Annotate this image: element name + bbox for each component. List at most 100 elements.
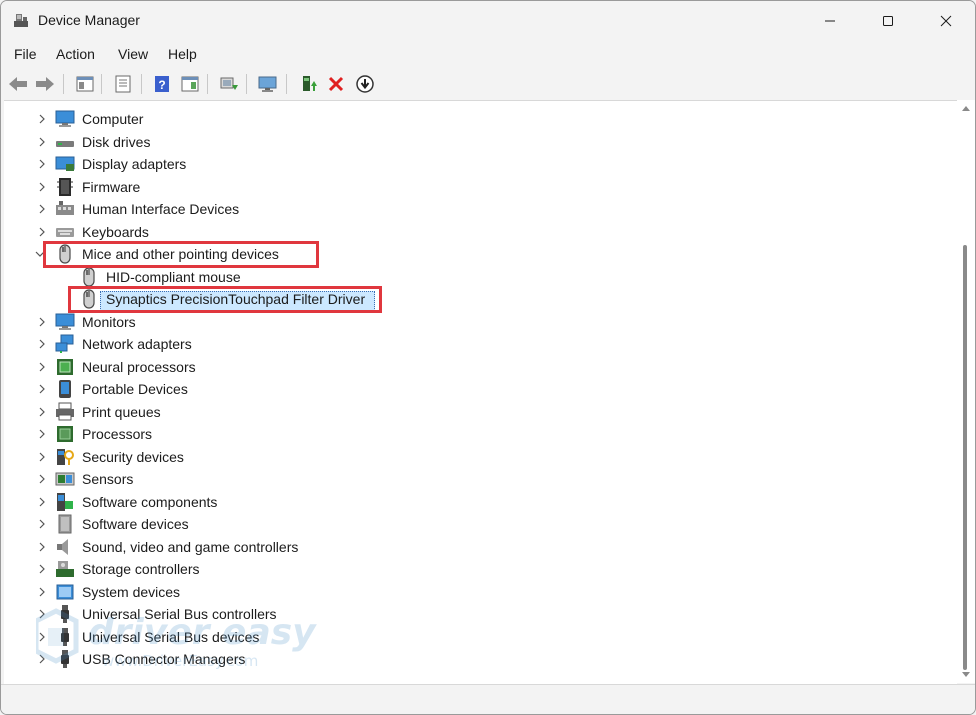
- title-bar[interactable]: Device Manager: [1, 1, 975, 41]
- close-icon: [940, 15, 952, 27]
- close-button[interactable]: [917, 1, 975, 41]
- monitor-view-icon: [258, 76, 277, 92]
- keyboard-icon: [56, 228, 74, 237]
- category-label: Sensors: [82, 471, 134, 487]
- chevron-right-icon[interactable]: [37, 497, 47, 507]
- category-label: Processors: [82, 426, 153, 442]
- properties-button[interactable]: [111, 72, 135, 96]
- chevron-right-icon[interactable]: [37, 564, 47, 574]
- toolbar-separator: [246, 74, 247, 94]
- monitor-view-button[interactable]: [256, 72, 280, 96]
- security-device-icon: [57, 449, 74, 465]
- toolbar-separator: [207, 74, 208, 94]
- toolbar-separator: [286, 74, 287, 94]
- annotation-box-mice-category: [43, 241, 319, 268]
- processor-icon: [57, 426, 73, 442]
- chevron-right-icon[interactable]: [37, 204, 47, 214]
- window-title: Device Manager: [38, 12, 140, 28]
- chevron-right-icon[interactable]: [37, 452, 47, 462]
- category-label: Print queues: [82, 404, 161, 420]
- category-label: Neural processors: [82, 359, 196, 375]
- console-tree-icon: [76, 76, 94, 92]
- minimize-button[interactable]: [801, 1, 859, 41]
- chevron-right-icon[interactable]: [37, 429, 47, 439]
- category-label: Portable Devices: [82, 381, 188, 397]
- menu-action[interactable]: Action: [56, 46, 95, 62]
- category-label: USB Connector Managers: [82, 651, 246, 667]
- chevron-right-icon[interactable]: [37, 587, 47, 597]
- forward-arrow-icon: [36, 77, 54, 91]
- device-manager-window: Device Manager File Action View Help ? C…: [0, 0, 976, 715]
- scroll-down-arrow-icon[interactable]: [962, 672, 970, 678]
- category-label: Display adapters: [82, 156, 187, 172]
- maximize-icon: [883, 16, 893, 26]
- chevron-right-icon[interactable]: [37, 227, 47, 237]
- chevron-right-icon[interactable]: [37, 137, 47, 147]
- category-label: Sound, video and game controllers: [82, 539, 299, 555]
- hid-icon: [56, 201, 74, 215]
- chevron-right-icon[interactable]: [37, 407, 47, 417]
- chevron-right-icon[interactable]: [37, 159, 47, 169]
- category-label: Human Interface Devices: [82, 201, 240, 217]
- chevron-right-icon[interactable]: [37, 542, 47, 552]
- monitor-icon: [55, 313, 75, 330]
- neural-processor-icon: [57, 359, 73, 375]
- chevron-right-icon[interactable]: [37, 519, 47, 529]
- scan-hardware-button[interactable]: [217, 72, 241, 96]
- category-label: Network adapters: [82, 336, 192, 352]
- chevron-right-icon[interactable]: [37, 474, 47, 484]
- chevron-right-icon[interactable]: [37, 317, 47, 327]
- chevron-right-icon[interactable]: [37, 609, 47, 619]
- chevron-right-icon[interactable]: [37, 362, 47, 372]
- toolbar-separator: [101, 74, 102, 94]
- usb-icon: [61, 650, 69, 668]
- svg-text:?: ?: [158, 78, 165, 92]
- menu-help[interactable]: Help: [168, 46, 197, 62]
- speaker-icon: [57, 539, 68, 555]
- back-arrow-icon: [9, 77, 27, 91]
- chevron-right-icon[interactable]: [37, 654, 47, 664]
- category-label: Software devices: [82, 516, 189, 532]
- menu-view[interactable]: View: [118, 46, 148, 62]
- display-adapter-icon: [55, 156, 75, 171]
- vertical-scrollbar[interactable]: [957, 100, 975, 683]
- action-pane-icon: [181, 76, 199, 92]
- update-driver-button[interactable]: [297, 72, 321, 96]
- disable-device-button[interactable]: [353, 72, 377, 96]
- maximize-button[interactable]: [859, 1, 917, 41]
- console-tree-button[interactable]: [73, 72, 97, 96]
- uninstall-device-button[interactable]: [324, 72, 348, 96]
- status-bar: [1, 684, 975, 714]
- storage-controller-icon: [56, 561, 74, 577]
- device-label: HID-compliant mouse: [106, 269, 241, 285]
- sensor-icon: [55, 472, 75, 486]
- toolbar-separator: [63, 74, 64, 94]
- chevron-right-icon[interactable]: [37, 339, 47, 349]
- software-component-icon: [57, 493, 73, 511]
- firmware-icon: [57, 178, 73, 196]
- back-button[interactable]: [6, 72, 30, 96]
- chevron-right-icon[interactable]: [37, 114, 47, 124]
- network-adapter-icon: [55, 334, 74, 353]
- properties-icon: [115, 75, 131, 93]
- category-label: Firmware: [82, 179, 141, 195]
- help-button[interactable]: ?: [150, 72, 174, 96]
- usb-icon: [61, 605, 69, 623]
- chevron-right-icon[interactable]: [37, 384, 47, 394]
- menu-bar: File Action View Help: [1, 41, 975, 67]
- help-icon: ?: [155, 76, 169, 92]
- chevron-right-icon[interactable]: [37, 182, 47, 192]
- usb-icon: [61, 628, 69, 646]
- annotation-box-synaptics-driver: [68, 286, 382, 313]
- uninstall-x-icon: [328, 76, 344, 92]
- menu-file[interactable]: File: [14, 46, 37, 62]
- scrollbar-thumb[interactable]: [963, 245, 967, 670]
- update-driver-icon: [303, 76, 317, 91]
- action-pane-button[interactable]: [178, 72, 202, 96]
- chevron-right-icon[interactable]: [37, 632, 47, 642]
- mouse-icon: [83, 267, 95, 287]
- toolbar: ?: [1, 69, 975, 99]
- forward-button[interactable]: [33, 72, 57, 96]
- scroll-up-arrow-icon[interactable]: [962, 105, 970, 111]
- category-label: Universal Serial Bus devices: [82, 629, 260, 645]
